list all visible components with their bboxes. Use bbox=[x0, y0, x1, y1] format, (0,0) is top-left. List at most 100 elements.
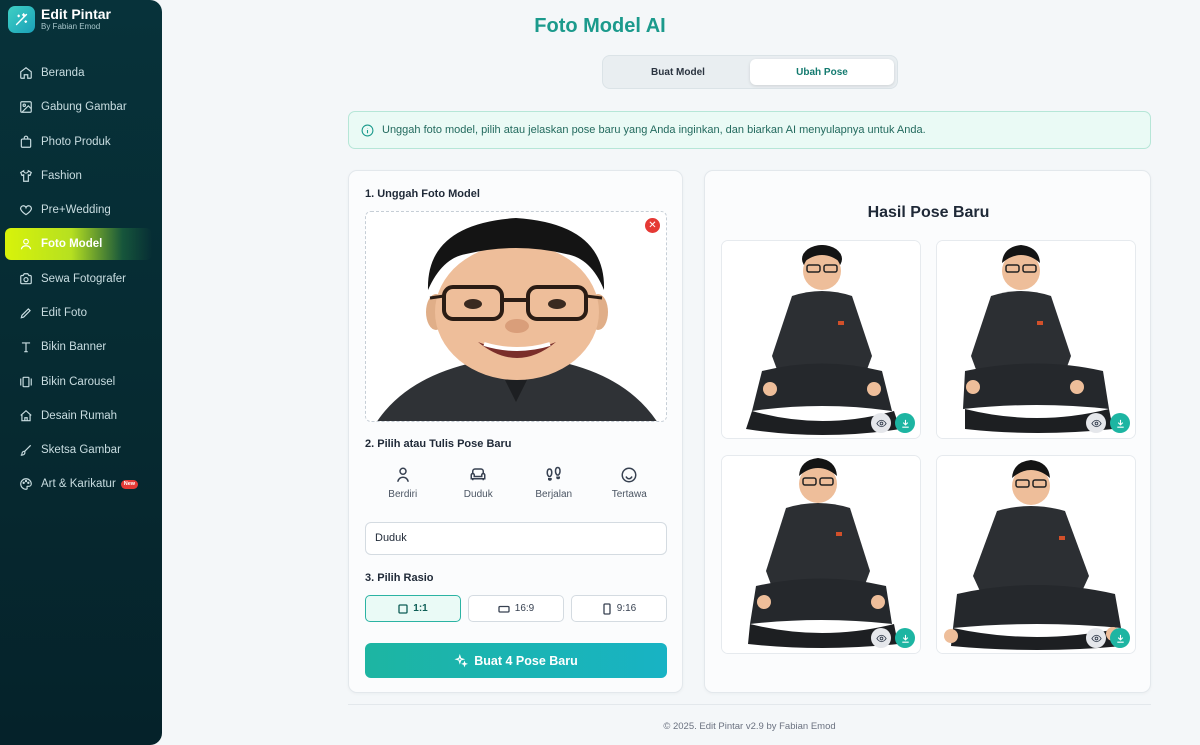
result-photo bbox=[722, 456, 920, 653]
brand-subtitle: By Fabian Emod bbox=[41, 22, 101, 31]
download-icon[interactable] bbox=[1110, 628, 1130, 648]
standing-person-icon bbox=[396, 467, 409, 482]
pose-option-duduk[interactable]: Duduk bbox=[441, 466, 517, 500]
type-icon bbox=[21, 342, 31, 353]
info-text: Unggah foto model, pilih atau jelaskan p… bbox=[382, 124, 926, 136]
shirt-icon bbox=[20, 169, 32, 182]
pose-label: Duduk bbox=[463, 489, 493, 500]
mode-tabs: Buat Model Ubah Pose bbox=[602, 55, 898, 89]
magic-wand-icon bbox=[8, 6, 35, 33]
camera-icon bbox=[20, 272, 32, 284]
sidebar-item-label: Sketsa Gambar bbox=[41, 444, 121, 457]
ratio-9-16-button[interactable]: 9:16 bbox=[571, 595, 667, 622]
generate-poses-button[interactable]: Buat 4 Pose Baru bbox=[365, 643, 667, 678]
sidebar-item-pre-wedding[interactable]: Pre+Wedding bbox=[0, 193, 162, 227]
tile-actions bbox=[1082, 628, 1130, 648]
sidebar-item-label: Photo Produk bbox=[41, 135, 111, 148]
close-icon[interactable]: ✕ bbox=[645, 218, 660, 233]
user-icon bbox=[20, 239, 32, 250]
pose-option-tertawa[interactable]: Tertawa bbox=[592, 466, 668, 500]
carousel-icon bbox=[20, 376, 32, 387]
pose-label: Tertawa bbox=[611, 489, 647, 500]
ratio-1-1-button[interactable]: 1:1 bbox=[365, 595, 461, 622]
ratio-label: 16:9 bbox=[514, 603, 535, 614]
generate-label: Buat 4 Pose Baru bbox=[474, 653, 578, 668]
sidebar-item-label: Foto Model bbox=[41, 238, 103, 251]
eye-icon[interactable] bbox=[871, 628, 891, 648]
sidebar-item-sketsa-gambar[interactable]: Sketsa Gambar bbox=[0, 433, 162, 467]
eye-icon[interactable] bbox=[871, 413, 891, 433]
sidebar-item-label: Pre+Wedding bbox=[41, 204, 111, 217]
sidebar-item-label: Gabung Gambar bbox=[41, 101, 127, 114]
sidebar-item-label: Beranda bbox=[41, 67, 85, 80]
pose-text-input[interactable]: Duduk bbox=[365, 522, 667, 555]
brand-title: Edit Pintar bbox=[41, 6, 112, 22]
smile-icon bbox=[621, 467, 637, 483]
tile-actions bbox=[1082, 413, 1130, 433]
sidebar-item-label: Art & Karikatur bbox=[41, 478, 116, 491]
sidebar-item-label: Bikin Carousel bbox=[41, 375, 116, 388]
sidebar-item-foto-model[interactable]: Foto Model bbox=[5, 228, 152, 261]
ratio-label: 1:1 bbox=[413, 603, 428, 614]
sidebar-item-art-karikatur[interactable]: Art & Karikatur New bbox=[0, 467, 162, 501]
download-icon[interactable] bbox=[895, 628, 915, 648]
result-image-1[interactable] bbox=[721, 240, 921, 439]
sidebar: Edit Pintar By Fabian Emod Beranda Gabun… bbox=[0, 0, 162, 745]
sidebar-item-label: Desain Rumah bbox=[41, 409, 118, 422]
pencil-icon bbox=[20, 308, 31, 319]
result-image-3[interactable] bbox=[721, 455, 921, 654]
tab-buat-model[interactable]: Buat Model bbox=[606, 59, 750, 85]
result-photo bbox=[937, 456, 1135, 653]
sidebar-item-fashion[interactable]: Fashion bbox=[0, 159, 162, 193]
footer-text: © 2025. Edit Pintar v2.9 by Fabian Emod bbox=[663, 721, 836, 732]
eye-icon[interactable] bbox=[1086, 628, 1106, 648]
ratio-16-9-button[interactable]: 16:9 bbox=[468, 595, 564, 622]
info-icon bbox=[361, 124, 374, 136]
shopping-bag-icon bbox=[20, 135, 32, 148]
download-icon[interactable] bbox=[1110, 413, 1130, 433]
page-title: Foto Model AI bbox=[534, 15, 666, 37]
ratio-options: 1:1 16:9 9:16 bbox=[365, 595, 667, 622]
pose-input-panel: 1. Unggah Foto Model ✕ 2. Pilih atau Tul… bbox=[348, 170, 683, 693]
result-photo bbox=[937, 241, 1135, 438]
pose-option-berjalan[interactable]: Berjalan bbox=[516, 466, 592, 500]
step-2-label: 2. Pilih atau Tulis Pose Baru bbox=[365, 438, 512, 450]
brand[interactable]: Edit Pintar By Fabian Emod bbox=[8, 6, 111, 33]
tile-actions bbox=[867, 413, 915, 433]
pose-option-berdiri[interactable]: Berdiri bbox=[365, 466, 441, 500]
upload-dropzone[interactable]: ✕ bbox=[365, 211, 667, 422]
tab-ubah-pose[interactable]: Ubah Pose bbox=[750, 59, 894, 85]
result-image-2[interactable] bbox=[936, 240, 1136, 439]
sidebar-item-bikin-carousel[interactable]: Bikin Carousel bbox=[0, 364, 162, 398]
home-icon bbox=[20, 67, 32, 79]
ratio-label: 9:16 bbox=[616, 603, 637, 614]
sidebar-item-label: Fashion bbox=[41, 170, 82, 183]
landscape-icon bbox=[498, 605, 510, 613]
sidebar-item-edit-foto[interactable]: Edit Foto bbox=[0, 296, 162, 330]
palette-icon bbox=[20, 478, 32, 491]
square-icon bbox=[398, 603, 408, 614]
step-3-label: 3. Pilih Rasio bbox=[365, 572, 434, 584]
portrait-icon bbox=[603, 602, 611, 615]
step-1-label: 1. Unggah Foto Model bbox=[365, 188, 480, 200]
sidebar-item-label: Bikin Banner bbox=[41, 341, 107, 354]
sidebar-item-beranda[interactable]: Beranda bbox=[0, 56, 162, 90]
sidebar-item-desain-rumah[interactable]: Desain Rumah bbox=[0, 399, 162, 433]
sidebar-item-gabung-gambar[interactable]: Gabung Gambar bbox=[0, 90, 162, 124]
download-icon[interactable] bbox=[895, 413, 915, 433]
tile-actions bbox=[867, 628, 915, 648]
sidebar-item-photo-produk[interactable]: Photo Produk bbox=[0, 125, 162, 159]
sparkles-icon bbox=[454, 653, 469, 667]
sidebar-item-bikin-banner[interactable]: Bikin Banner bbox=[0, 330, 162, 364]
pose-label: Berjalan bbox=[535, 489, 573, 500]
heart-icon bbox=[20, 205, 32, 216]
sidebar-item-label: Sewa Fotografer bbox=[41, 272, 127, 285]
info-banner: Unggah foto model, pilih atau jelaskan p… bbox=[348, 111, 1151, 149]
pose-label: Berdiri bbox=[388, 489, 418, 500]
eye-icon[interactable] bbox=[1086, 413, 1106, 433]
results-panel: Hasil Pose Baru bbox=[704, 170, 1151, 693]
footprints-icon bbox=[546, 466, 561, 481]
result-photo bbox=[722, 241, 920, 438]
sidebar-item-sewa-fotografer[interactable]: Sewa Fotografer bbox=[0, 261, 162, 295]
result-image-4[interactable] bbox=[936, 455, 1136, 654]
